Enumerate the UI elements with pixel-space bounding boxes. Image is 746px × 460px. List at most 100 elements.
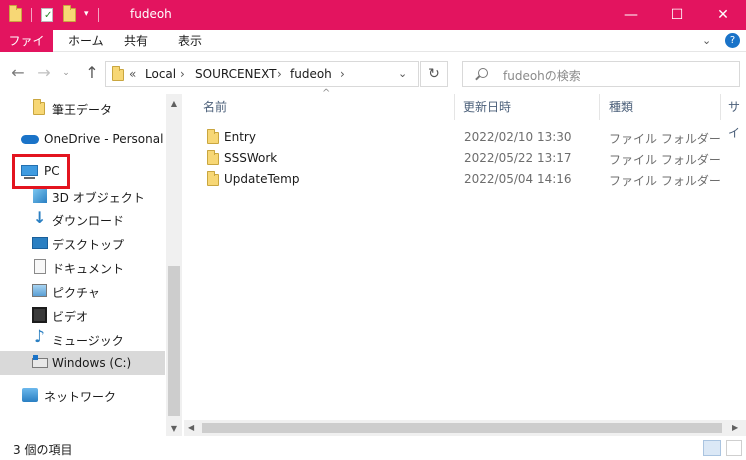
nav-item-label: ダウンロード	[52, 214, 125, 228]
file-name: SSSWork	[224, 151, 278, 165]
folder-icon	[207, 150, 219, 165]
sort-indicator-icon: ^	[322, 88, 331, 99]
breadcrumb-local[interactable]: Local	[145, 67, 176, 81]
column-divider[interactable]	[454, 94, 455, 120]
scrollbar-thumb[interactable]	[168, 266, 180, 416]
column-divider[interactable]	[599, 94, 600, 120]
help-icon[interactable]: ?	[725, 33, 740, 48]
file-type: ファイル フォルダー	[609, 174, 721, 188]
close-button[interactable]: ✕	[700, 0, 746, 30]
cloud-icon	[21, 135, 39, 144]
customize-quick-access-icon[interactable]: ▾	[84, 9, 89, 19]
download-icon: ↓	[33, 208, 47, 227]
navigation-bar: ← → ⌄ ↑ « Local › SOURCENEXT › fudeoh › …	[0, 52, 746, 94]
refresh-icon[interactable]: ↻	[420, 61, 448, 87]
folder-icon	[9, 5, 22, 22]
navigation-pane: 筆王データ OneDrive - Personal PC 3D オブジェクト ↓…	[0, 94, 182, 436]
nav-item-label: ビデオ	[52, 310, 89, 324]
file-row[interactable]: Entry 2022/02/10 13:30 ファイル フォルダー	[202, 127, 722, 148]
file-type: ファイル フォルダー	[609, 132, 721, 146]
nav-item-label: 筆王データ	[52, 103, 113, 117]
file-list: ^ 名前 更新日時 種類 サイ Entry 2022/02/10 13:30 フ…	[184, 88, 746, 436]
overflow-chevron[interactable]: «	[129, 67, 136, 81]
nav-pane-scrollbar[interactable]: ▲ ▼	[166, 94, 182, 436]
column-header-type[interactable]: 種類	[609, 94, 633, 120]
highlight-box	[12, 154, 70, 189]
file-modified: 2022/05/22 13:17	[464, 151, 572, 165]
scroll-down-arrow[interactable]: ▼	[166, 424, 182, 433]
tab-file[interactable]: ファイル	[0, 30, 53, 70]
nav-item-network[interactable]: ネットワーク	[0, 383, 165, 407]
breadcrumb-fudeoh[interactable]: fudeoh	[290, 67, 332, 81]
folder-icon	[207, 171, 219, 186]
window-title: fudeoh	[130, 7, 172, 21]
scroll-left-arrow[interactable]: ◀	[188, 423, 194, 432]
network-icon	[22, 388, 38, 402]
3d-objects-icon	[33, 189, 47, 203]
column-header-name[interactable]: 名前	[203, 94, 227, 120]
nav-item-windows-c[interactable]: Windows (C:)	[0, 351, 165, 375]
nav-item-desktop[interactable]: デスクトップ	[0, 231, 165, 255]
folder-icon	[33, 99, 45, 115]
address-bar[interactable]: « Local › SOURCENEXT › fudeoh › ⌄	[105, 61, 419, 87]
breadcrumb-separator[interactable]: ›	[180, 67, 185, 81]
nav-item-videos[interactable]: ビデオ	[0, 303, 165, 327]
ribbon-tabs: ファイル ホーム 共有 表示 ⌄ ?	[0, 30, 746, 70]
status-bar: 3 個の項目	[0, 436, 746, 460]
nav-item-label: ミュージック	[52, 334, 124, 348]
address-dropdown-icon[interactable]: ⌄	[398, 67, 407, 80]
tab-view[interactable]: 表示	[170, 30, 210, 52]
nav-item-documents[interactable]: ドキュメント	[0, 255, 165, 279]
file-name: UpdateTemp	[224, 172, 300, 186]
large-icons-view-icon[interactable]	[726, 440, 742, 456]
nav-item-fudeoh-data[interactable]: 筆王データ	[0, 96, 165, 120]
divider	[98, 8, 99, 22]
up-arrow-icon[interactable]: ↑	[82, 63, 102, 83]
nav-item-onedrive[interactable]: OneDrive - Personal	[0, 127, 165, 151]
divider	[31, 8, 32, 22]
file-row[interactable]: SSSWork 2022/05/22 13:17 ファイル フォルダー	[202, 148, 722, 169]
tab-home[interactable]: ホーム	[60, 30, 112, 52]
breadcrumb-sourcenext[interactable]: SOURCENEXT	[195, 67, 276, 81]
folder-icon	[112, 66, 124, 81]
back-arrow-icon[interactable]: ←	[8, 63, 28, 83]
forward-arrow-icon[interactable]: →	[34, 63, 54, 83]
nav-item-label: ピクチャ	[52, 286, 100, 300]
maximize-button[interactable]: ☐	[654, 0, 700, 30]
column-header-size[interactable]: サイ	[728, 94, 746, 140]
pictures-icon	[32, 284, 47, 297]
nav-item-label: ネットワーク	[44, 390, 117, 404]
title-bar: ✓ ▾ fudeoh — ☐ ✕	[0, 0, 746, 30]
file-name: Entry	[224, 130, 256, 144]
breadcrumb-separator[interactable]: ›	[340, 67, 345, 81]
column-divider[interactable]	[720, 94, 721, 120]
file-modified: 2022/05/04 14:16	[464, 172, 572, 186]
search-icon-handle	[475, 75, 480, 81]
file-row[interactable]: UpdateTemp 2022/05/04 14:16 ファイル フォルダー	[202, 169, 722, 190]
nav-item-label: ドキュメント	[52, 262, 125, 276]
chevron-down-icon[interactable]: ⌄	[702, 34, 711, 47]
scroll-up-arrow[interactable]: ▲	[166, 99, 182, 108]
document-icon	[34, 259, 46, 274]
desktop-icon	[32, 237, 48, 249]
new-folder-icon[interactable]	[63, 5, 76, 22]
nav-item-downloads[interactable]: ↓ ダウンロード	[0, 207, 165, 231]
folder-icon	[207, 129, 219, 144]
item-count: 3 個の項目	[13, 443, 73, 457]
scroll-right-arrow[interactable]: ▶	[732, 423, 738, 432]
recent-locations-icon[interactable]: ⌄	[56, 63, 76, 83]
nav-item-pictures[interactable]: ピクチャ	[0, 279, 165, 303]
details-view-icon[interactable]	[703, 440, 721, 456]
drive-icon-logo	[33, 355, 38, 360]
column-header-modified[interactable]: 更新日時	[463, 94, 511, 120]
tab-share[interactable]: 共有	[116, 30, 156, 52]
file-list-scrollbar[interactable]: ◀ ▶	[184, 420, 746, 436]
properties-icon[interactable]: ✓	[41, 8, 53, 22]
minimize-button[interactable]: —	[608, 0, 654, 30]
nav-item-label: Windows (C:)	[52, 356, 132, 370]
music-icon: ♪	[34, 327, 45, 347]
scrollbar-thumb[interactable]	[202, 423, 722, 433]
nav-item-music[interactable]: ♪ ミュージック	[0, 327, 165, 351]
search-box[interactable]: fudeohの検索	[462, 61, 740, 87]
breadcrumb-separator[interactable]: ›	[277, 67, 282, 81]
